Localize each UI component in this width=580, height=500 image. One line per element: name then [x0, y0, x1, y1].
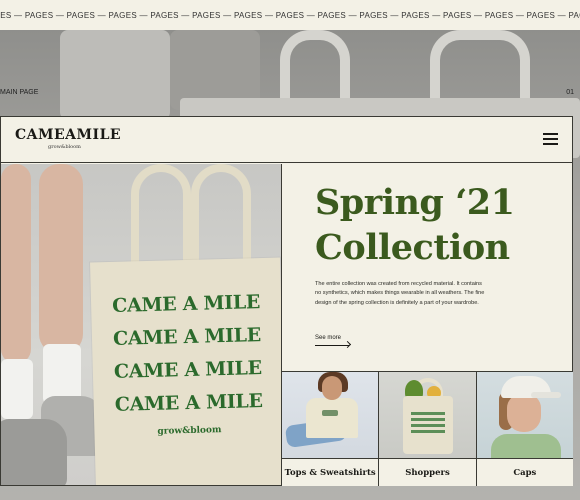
page-title: Spring ‘21 Collection	[315, 180, 515, 270]
bg-tote-bag	[60, 30, 170, 120]
main-page-label: MAIN PAGE	[0, 89, 39, 96]
tote-bag: CAME A MILE CAME A MILE CAME A MILE CAME…	[90, 257, 281, 485]
tote-footer-logo: grow&bloom	[157, 425, 222, 437]
headline-line-1: Spring ‘21	[315, 182, 515, 223]
collection-description: The entire collection was created from r…	[315, 281, 485, 306]
sock-shape	[43, 344, 81, 404]
leg-shape	[39, 164, 83, 354]
tote-print-line: CAME A MILE	[112, 324, 262, 350]
category-tops-sweatshirts[interactable]: Tops & Sweatshirts	[282, 372, 380, 486]
brand-name: CAMEAMILE	[15, 127, 122, 143]
sock-shape	[1, 359, 33, 419]
tote-print: CAME A MILE CAME A MILE CAME A MILE CAME…	[90, 258, 281, 423]
tote-print-line: CAME A MILE	[114, 390, 263, 416]
arrow-head-icon	[343, 340, 352, 349]
collection-intro: Spring ‘21 Collection The entire collect…	[283, 164, 572, 371]
category-label: Shoppers	[379, 458, 476, 486]
category-label: Tops & Sweatshirts	[282, 458, 379, 486]
brand-tagline: grow&bloom	[48, 144, 81, 150]
see-more-label: See more	[315, 335, 342, 341]
tote-print-line: CAME A MILE	[111, 291, 261, 317]
brand-logo[interactable]: CAMEAMILE grow&bloom	[15, 127, 121, 150]
category-shoppers[interactable]: Shoppers	[379, 372, 477, 486]
category-label: Caps	[476, 458, 573, 486]
category-thumbnail	[379, 372, 476, 458]
category-caps[interactable]: Caps	[476, 372, 573, 486]
headline-line-2: Collection	[315, 227, 510, 268]
bg-tote-strap	[280, 30, 350, 105]
landing-card: CAMEAMILE grow&bloom CAME A MILE CAME A …	[0, 116, 573, 486]
tote-strap	[131, 164, 191, 274]
site-header: CAMEAMILE grow&bloom	[1, 117, 572, 163]
page-number: 01	[566, 89, 574, 96]
category-thumbnail	[282, 372, 379, 458]
pages-marquee: PAGES — PAGES — PAGES — PAGES — PAGES — …	[0, 0, 580, 30]
hamburger-menu-icon[interactable]	[543, 133, 558, 146]
see-more-link[interactable]: See more	[315, 335, 352, 349]
bg-tote-strap	[430, 30, 530, 105]
marquee-text: PAGES — PAGES — PAGES — PAGES — PAGES — …	[0, 10, 580, 20]
hero-photo: CAME A MILE CAME A MILE CAME A MILE CAME…	[1, 164, 282, 485]
category-thumbnail	[476, 372, 573, 458]
leg-shape	[1, 164, 31, 364]
category-grid: Tops & Sweatshirts Shoppers Caps	[282, 371, 573, 486]
sneaker-shape	[1, 419, 67, 485]
tote-print-line: CAME A MILE	[113, 357, 263, 383]
